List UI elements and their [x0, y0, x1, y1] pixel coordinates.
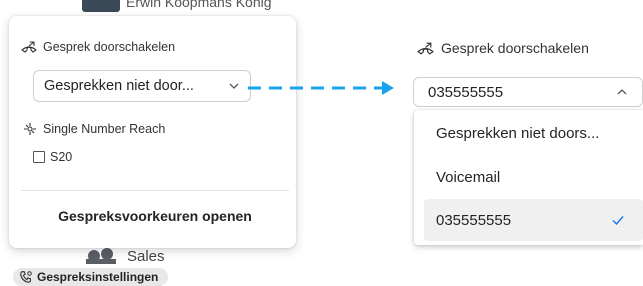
forward-select-value-right: 035555555: [428, 83, 504, 101]
phone-settings-icon: [20, 271, 32, 283]
open-call-preferences-button[interactable]: Gespreksvoorkeuren openen: [21, 202, 289, 230]
divider: [21, 190, 289, 191]
chip-label: Gespreksinstellingen: [37, 270, 159, 284]
call-forward-icon: [417, 42, 434, 55]
group-label-sales: Sales: [127, 248, 165, 265]
contact-name: Erwin Koopmans Konig: [126, 0, 272, 10]
forward-label-row: Gesprek doorschakelen: [21, 40, 175, 54]
snr-label-row: Single Number Reach: [23, 122, 165, 136]
snr-checkbox-label: S20: [50, 150, 73, 164]
option-no-forward[interactable]: Gesprekken niet doors...: [424, 112, 643, 154]
option-voicemail[interactable]: Voicemail: [424, 156, 643, 198]
dashed-arrow: [248, 81, 394, 95]
option-label: Gesprekken niet doors...: [436, 124, 600, 142]
call-forward-popup: Gesprek doorschakelen Gesprekken niet do…: [9, 16, 296, 248]
forward-options-menu: Gesprekken niet doors... Voicemail 03555…: [414, 110, 643, 245]
forward-select-open[interactable]: 035555555: [413, 77, 643, 107]
group-icon: [86, 248, 116, 264]
snr-checkbox-row[interactable]: S20: [33, 150, 72, 164]
forward-label-right: Gesprek doorschakelen: [441, 40, 589, 56]
forward-select[interactable]: Gesprekken niet door...: [33, 70, 251, 102]
single-number-reach-icon: [24, 123, 36, 135]
option-label: 035555555: [436, 211, 512, 229]
forward-label: Gesprek doorschakelen: [43, 40, 176, 54]
call-forward-icon: [21, 41, 37, 53]
option-label: Voicemail: [436, 168, 501, 186]
chevron-up-icon: [617, 89, 627, 95]
chevron-down-icon: [229, 83, 239, 89]
forward-label-row-right: Gesprek doorschakelen: [417, 40, 589, 56]
option-number[interactable]: 035555555: [424, 199, 643, 241]
contact-avatar: [82, 0, 120, 12]
call-settings-chip[interactable]: Gespreksinstellingen: [13, 268, 169, 286]
checkmark-icon: [612, 216, 624, 226]
snr-checkbox[interactable]: [33, 151, 45, 163]
forward-select-value: Gesprekken niet door...: [44, 78, 194, 94]
snr-label: Single Number Reach: [43, 122, 166, 136]
